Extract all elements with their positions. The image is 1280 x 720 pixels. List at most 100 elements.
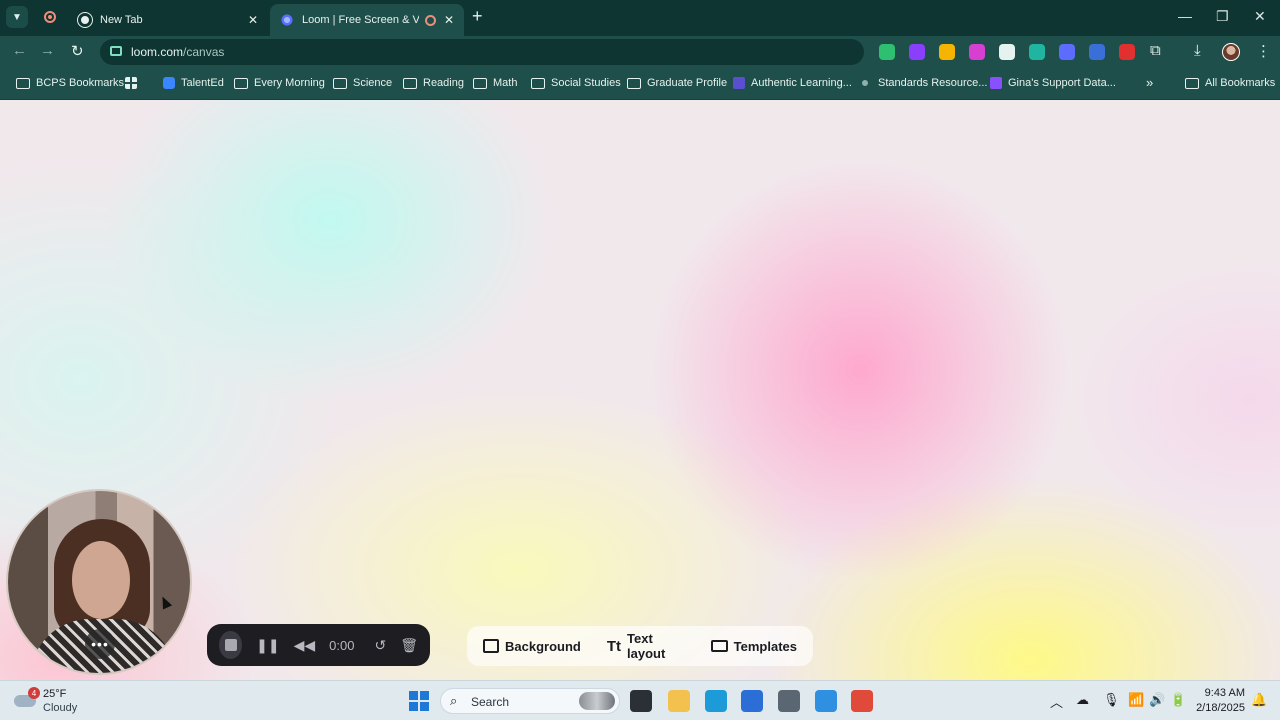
battery-icon[interactable]: 🔋 (1170, 692, 1186, 708)
authentic-learning-icon (733, 77, 745, 89)
address-url: loom.com/canvas (131, 45, 224, 59)
address-bar[interactable]: loom.com/canvas ☆ (100, 39, 951, 65)
maximize-button[interactable]: ❐ (1216, 8, 1229, 25)
bookmark-authentic-learning[interactable]: Authentic Learning... (733, 77, 852, 89)
notepad-icon[interactable] (815, 690, 837, 712)
extension-icon[interactable] (909, 44, 925, 60)
download-icon[interactable]: ⤓ (1194, 42, 1201, 59)
tray-overflow-icon[interactable]: ︿ (1050, 692, 1063, 711)
tab-title: Loom | Free Screen & Video Recording (302, 14, 419, 26)
extensions-puzzle-icon[interactable]: ⧉ (1150, 42, 1161, 59)
forward-button[interactable]: → (40, 42, 55, 59)
tab-search-button[interactable]: ▼ (6, 6, 28, 28)
bookmark-label: TalentEd (181, 77, 224, 89)
text-layout-button[interactable]: Tt Text layout (607, 631, 685, 661)
drive-icon[interactable] (939, 44, 955, 60)
delete-icon[interactable]: 🗑 (400, 637, 418, 654)
bookmark-graduate-profile[interactable]: Graduate Profile (627, 77, 727, 89)
extension-icon[interactable] (969, 44, 985, 60)
bookmark-label: Graduate Profile (647, 77, 728, 89)
folder-icon (627, 77, 641, 89)
bookmark-label: Science (353, 77, 393, 89)
bookmark-social-studies[interactable]: Social Studies (531, 77, 621, 89)
minimize-button[interactable]: — (1178, 8, 1192, 24)
system-clock[interactable]: 9:43 AM 2/18/2025 (1195, 686, 1245, 716)
rewind-icon[interactable]: ◀◀ (294, 637, 316, 654)
close-window-button[interactable]: ✕ (1254, 8, 1266, 25)
start-button[interactable] (409, 691, 429, 711)
camera-options-button[interactable]: ••• (85, 629, 115, 659)
tab-title: New Tab (100, 14, 143, 26)
notifications-bell-icon[interactable]: 🔔 (1251, 692, 1267, 708)
templates-button[interactable]: Templates (710, 638, 797, 654)
bookmark-ginas-support-data[interactable]: Gina's Support Data... (990, 77, 1116, 89)
loom-icon (280, 13, 294, 27)
bookmark-reading[interactable]: Reading (403, 77, 464, 89)
canvas-toolbar: Background Tt Text layout Templates (467, 626, 813, 666)
onedrive-icon[interactable]: ☁ (1076, 692, 1089, 708)
folder-icon (333, 77, 347, 89)
standards-icon (862, 80, 868, 86)
browser-menu-icon[interactable]: ⋮ (1256, 42, 1271, 60)
stop-recording-button[interactable] (219, 631, 243, 659)
search-highlight-icon (579, 692, 615, 710)
background-button[interactable]: Background (483, 639, 581, 654)
tool-label: Templates (733, 638, 797, 654)
stop-icon (224, 639, 237, 651)
reload-button[interactable]: ↻ (71, 42, 84, 60)
back-button[interactable]: ← (12, 42, 27, 59)
all-bookmarks-button[interactable]: All Bookmarks (1185, 77, 1275, 89)
bookmark-label: Gina's Support Data... (1008, 77, 1116, 89)
folder-icon (403, 77, 417, 89)
webcam-face (72, 541, 130, 619)
extension-icon[interactable] (1029, 44, 1045, 60)
microphone-icon[interactable]: 🎙 (1103, 692, 1120, 708)
bookmark-standards-resource[interactable]: Standards Resource... (862, 77, 987, 89)
bookmark-science[interactable]: Science (333, 77, 392, 89)
store-icon[interactable] (741, 690, 763, 712)
file-explorer-icon[interactable] (668, 690, 690, 712)
calculator-icon[interactable] (778, 690, 800, 712)
pause-icon[interactable]: ❚❚ (256, 637, 279, 654)
image-icon (483, 639, 499, 653)
apps-grid-icon (125, 77, 137, 89)
url-path: /canvas (183, 45, 225, 59)
tab-new-tab[interactable]: New Tab ✕ (68, 4, 268, 36)
bookmarks-overflow-button[interactable]: » (1146, 75, 1153, 90)
crop-icon[interactable] (999, 44, 1015, 60)
folder-icon (531, 77, 545, 89)
tool-label: Text layout (627, 631, 666, 661)
edge-icon[interactable] (705, 690, 727, 712)
profile-avatar[interactable] (1222, 43, 1240, 61)
chrome-taskbar-icon[interactable] (851, 690, 873, 712)
loom-extension-icon[interactable] (1059, 44, 1075, 60)
search-icon: ⌕ (450, 693, 458, 708)
bookmark-math[interactable]: Math (473, 77, 517, 89)
clock-date: 2/18/2025 (1196, 702, 1245, 714)
weather-badge: 4 (28, 687, 40, 699)
extension-icon[interactable] (879, 44, 895, 60)
pen-icon[interactable] (1119, 44, 1135, 60)
bookmark-bcps[interactable]: BCPS Bookmarks (16, 77, 124, 89)
bookmark-label: Reading (423, 77, 464, 89)
recording-controls: ❚❚ ◀◀ 0:00 ↺ 🗑 (207, 624, 430, 666)
restart-icon[interactable]: ↺ (374, 637, 386, 654)
bookmark-talented[interactable]: TalentEd (163, 77, 224, 89)
volume-icon[interactable]: 🔊 (1149, 692, 1165, 708)
taskbar-search[interactable]: ⌕ Search (440, 688, 620, 714)
list-icon (990, 77, 1002, 89)
new-tab-button[interactable]: + (472, 6, 483, 27)
task-view-icon[interactable] (630, 690, 652, 712)
folder-icon (16, 77, 30, 89)
tab-strip: ▼ New Tab ✕ Loom | Free Screen & Video R… (0, 0, 1280, 36)
camera-bubble[interactable]: ••• (6, 489, 192, 675)
bookmark-every-morning[interactable]: Every Morning (234, 77, 325, 89)
extension-icon[interactable] (1089, 44, 1105, 60)
tab-close-button[interactable]: ✕ (248, 13, 258, 27)
chevron-down-icon: ▼ (12, 11, 22, 23)
wifi-icon[interactable]: 📶 (1128, 692, 1144, 708)
bookmark-apps[interactable] (125, 77, 143, 89)
tool-label: Background (505, 638, 581, 654)
tab-loom[interactable]: Loom | Free Screen & Video Recording ✕ (270, 4, 464, 36)
tab-close-button[interactable]: ✕ (444, 13, 454, 27)
